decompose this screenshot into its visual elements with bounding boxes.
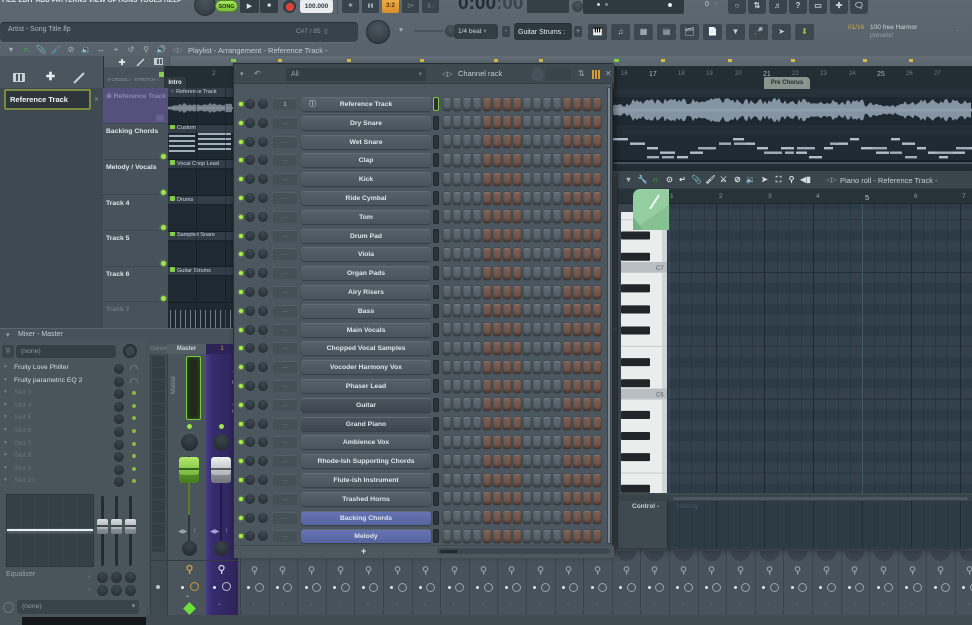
svg-text:C7: C7 xyxy=(656,266,664,272)
svg-text:C6: C6 xyxy=(656,393,664,399)
